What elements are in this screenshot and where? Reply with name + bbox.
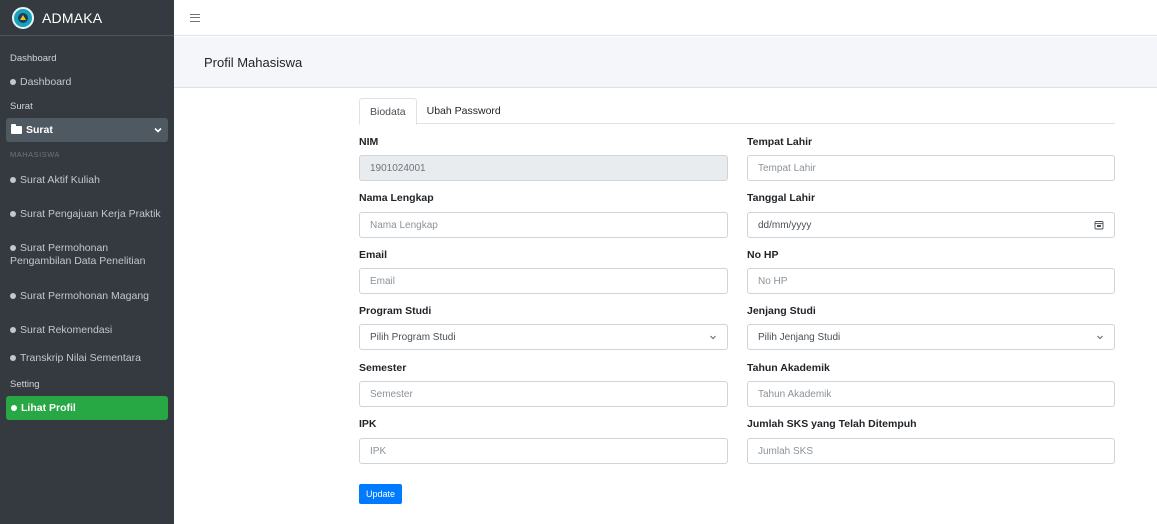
tanggal-lahir-placeholder: dd/mm/yyyy [758,219,812,231]
chevron-down-icon [154,127,162,133]
nav-header-dashboard: Dashboard [10,52,57,64]
sidebar-item-label: Surat Permohonan Pengambilan Data Peneli… [10,242,146,267]
dot-icon [11,405,17,411]
sidebar-item-label: Transkrip Nilai Sementara [20,351,141,364]
program-studi-select[interactable]: Pilih Program Studi [359,324,728,350]
email-label: Email [359,249,388,261]
tempat-lahir-label: Tempat Lahir [747,136,813,148]
no-hp-label: No HP [747,249,779,261]
sidebar-item-label: Dashboard [20,75,72,88]
semester-label: Semester [359,362,407,374]
tab-biodata[interactable]: Biodata [359,98,417,125]
sidebar-item-label: Surat Pengajuan Kerja Praktik [20,207,161,220]
semester-placeholder: Semester [370,388,413,400]
semester-field[interactable]: Semester [359,381,728,407]
ipk-placeholder: IPK [370,445,387,457]
tahun-akademik-placeholder: Tahun Akademik [758,388,832,400]
sidebar-item-lihat-profil[interactable]: Lihat Profil [6,396,168,420]
nav-header-mahasiswa: MAHASISWA [10,149,61,159]
nim-field[interactable]: 1901024001 [359,155,728,181]
tahun-akademik-field[interactable]: Tahun Akademik [747,381,1115,407]
sidebar-item-surat-aktif-kuliah[interactable]: Surat Aktif Kuliah [0,166,174,194]
dot-icon [10,292,16,299]
chevron-down-icon [710,335,716,340]
sidebar: ADMAKA Dashboard Dashboard Surat Surat M… [0,0,174,524]
folder-icon [11,124,22,134]
hamburger-icon[interactable] [190,13,200,22]
email-field[interactable]: Email [359,268,728,294]
tempat-lahir-field[interactable]: Tempat Lahir [747,155,1115,181]
sidebar-item-dashboard[interactable]: Dashboard [0,70,174,94]
nav-header-setting: Setting [10,378,40,390]
tahun-akademik-label: Tahun Akademik [747,362,830,374]
sidebar-item-label: Surat Permohonan Magang [20,289,149,302]
dot-icon [10,245,16,251]
ipk-label: IPK [359,418,377,430]
program-studi-label: Program Studi [359,305,432,317]
sidebar-item-surat-permohonan-magang[interactable]: Surat Permohonan Magang [0,276,174,316]
sidebar-item-label: Surat Rekomendasi [20,323,113,336]
email-placeholder: Email [370,275,396,287]
jumlah-sks-placeholder: Jumlah SKS [758,445,814,457]
update-button[interactable]: Update [359,484,403,504]
jenjang-studi-selected: Pilih Jenjang Studi [758,331,841,343]
dot-icon [10,355,16,361]
sidebar-item-label: Lihat Profil [21,402,76,414]
profile-tabs: Biodata Ubah Password [359,98,1115,125]
nav-header-surat: Surat [10,100,33,112]
no-hp-placeholder: No HP [758,275,788,287]
dot-icon [10,210,16,217]
page-title: Profil Mahasiswa [204,54,303,70]
dot-icon [10,79,16,85]
sidebar-menu-surat-label: Surat [26,124,53,136]
program-studi-selected: Pilih Program Studi [370,331,456,343]
topbar [174,0,1157,36]
dot-icon [10,177,16,183]
sidebar-menu-surat[interactable]: Surat [6,118,168,142]
jumlah-sks-label: Jumlah SKS yang Telah Ditempuh [747,418,917,430]
sidebar-item-label: Surat Aktif Kuliah [20,173,100,186]
sidebar-item-surat-rekomendasi[interactable]: Surat Rekomendasi [0,316,174,344]
chevron-down-icon [1097,335,1103,340]
calendar-icon[interactable] [1094,220,1104,230]
tempat-lahir-placeholder: Tempat Lahir [758,162,816,174]
content-header: Profil Mahasiswa [174,37,1157,88]
brand[interactable]: ADMAKA [0,0,174,36]
brand-name: ADMAKA [42,9,103,26]
sidebar-item-surat-pengajuan-kerja-praktik[interactable]: Surat Pengajuan Kerja Praktik [0,194,174,234]
nama-lengkap-field[interactable]: Nama Lengkap [359,212,728,238]
jumlah-sks-field[interactable]: Jumlah SKS [747,438,1115,464]
nama-lengkap-label: Nama Lengkap [359,192,434,204]
ipk-field[interactable]: IPK [359,438,728,464]
tanggal-lahir-field[interactable]: dd/mm/yyyy [747,212,1115,238]
sidebar-item-surat-pengambilan-data[interactable]: Surat Permohonan Pengambilan Data Peneli… [0,234,174,276]
tab-ubah-password[interactable]: Ubah Password [417,98,511,124]
logo-icon [12,6,34,29]
no-hp-field[interactable]: No HP [747,268,1115,294]
nim-value: 1901024001 [370,162,426,174]
nim-label: NIM [359,136,379,148]
jenjang-studi-label: Jenjang Studi [747,305,816,317]
dot-icon [10,327,16,333]
jenjang-studi-select[interactable]: Pilih Jenjang Studi [747,324,1115,350]
nama-lengkap-placeholder: Nama Lengkap [370,219,438,231]
sidebar-item-transkrip-nilai[interactable]: Transkrip Nilai Sementara [0,344,174,372]
tanggal-lahir-label: Tanggal Lahir [747,192,816,204]
